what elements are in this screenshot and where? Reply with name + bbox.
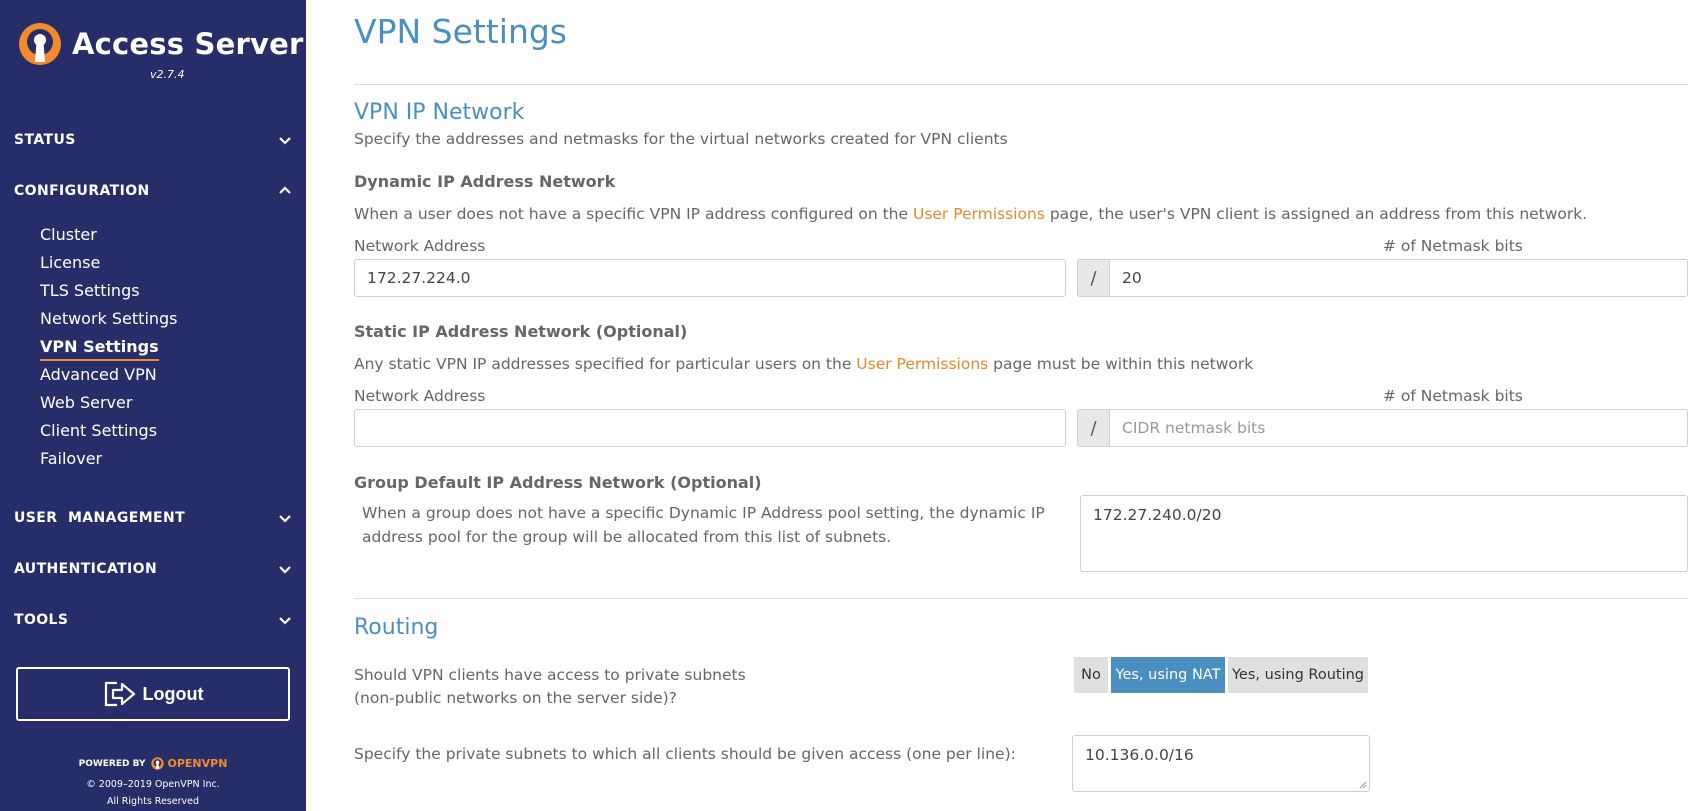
nav-section-label: TOOLS	[14, 612, 69, 628]
nav-section-label: AUTHENTICATION	[14, 561, 158, 577]
user-permissions-link[interactable]: User Permissions	[856, 355, 988, 373]
private-subnets-textarea[interactable]: 10.136.0.0/16	[1072, 735, 1370, 792]
logout-icon	[104, 681, 135, 707]
static-netmask-label: # of Netmask bits	[1383, 387, 1523, 405]
sidebar: Access Server v2.7.4 STATUS CONFIGURATIO…	[0, 0, 306, 811]
group-default-subnets-textarea[interactable]: 172.27.240.0/20	[1080, 495, 1688, 572]
desc-text: page, the user's VPN client is assigned …	[1044, 205, 1588, 223]
routing-option-nat[interactable]: Yes, using NAT	[1111, 657, 1225, 693]
section-title-routing: Routing	[354, 615, 439, 640]
openvpn-brand: OPENVPN	[167, 757, 228, 770]
dynamic-network-address-label: Network Address	[354, 237, 486, 255]
openvpn-small-logo-icon	[151, 757, 165, 770]
routing-option-no[interactable]: No	[1074, 657, 1108, 693]
private-subnets-label: Specify the private subnets to which all…	[354, 745, 1016, 763]
static-network-description: Any static VPN IP addresses specified fo…	[354, 355, 1253, 373]
desc-text: When a user does not have a specific VPN…	[354, 205, 913, 223]
dynamic-network-heading: Dynamic IP Address Network	[354, 172, 616, 191]
nav-section-tools[interactable]: TOOLS	[14, 611, 294, 629]
dynamic-network-description: When a user does not have a specific VPN…	[354, 205, 1587, 223]
rights-reserved: All Rights Reserved	[107, 796, 199, 807]
nav-section-authentication[interactable]: AUTHENTICATION	[14, 560, 294, 578]
group-default-heading: Group Default IP Address Network (Option…	[354, 473, 762, 492]
sidebar-item-failover[interactable]: Failover	[40, 449, 102, 468]
netmask-slash-addon: /	[1077, 409, 1109, 447]
routing-question-line1: Should VPN clients have access to privat…	[354, 666, 746, 684]
main-content: VPN Settings VPN IP Network Specify the …	[306, 0, 1688, 811]
sidebar-item-vpn-settings[interactable]: VPN Settings	[40, 337, 159, 361]
routing-option-routing[interactable]: Yes, using Routing	[1228, 657, 1368, 693]
nav-section-label: STATUS	[14, 132, 76, 148]
nav-section-configuration[interactable]: CONFIGURATION	[14, 182, 294, 200]
chevron-down-icon	[279, 617, 291, 625]
routing-question-line2: (non-public networks on the server side)…	[354, 689, 677, 707]
static-network-heading: Static IP Address Network (Optional)	[354, 322, 688, 341]
sidebar-item-license[interactable]: License	[40, 253, 100, 272]
dynamic-netmask-input[interactable]: 20	[1109, 259, 1688, 297]
static-netmask-input[interactable]: CIDR netmask bits	[1109, 409, 1688, 447]
static-network-address-input[interactable]	[354, 409, 1066, 447]
private-subnets-value: 10.136.0.0/16	[1085, 746, 1194, 764]
chevron-down-icon	[279, 566, 291, 574]
resize-grip-icon[interactable]	[1359, 781, 1367, 789]
section-title-vpn-ip-network: VPN IP Network	[354, 100, 525, 125]
desc-text: Any static VPN IP addresses specified fo…	[354, 355, 857, 373]
divider	[354, 598, 1688, 599]
powered-by: POWERED BY OPENVPN	[0, 757, 306, 770]
group-default-description-line1: When a group does not have a specific Dy…	[362, 504, 1045, 522]
group-default-description-line2: address pool for the group will be alloc…	[362, 528, 892, 546]
static-network-address-label: Network Address	[354, 387, 486, 405]
section-description: Specify the addresses and netmasks for t…	[354, 130, 1008, 148]
user-permissions-link[interactable]: User Permissions	[913, 205, 1045, 223]
nav-section-user-management[interactable]: USER MANAGEMENT	[14, 509, 294, 527]
desc-text: page must be within this network	[988, 355, 1254, 373]
powered-by-label: POWERED BY	[78, 758, 146, 769]
nav-section-status[interactable]: STATUS	[14, 131, 294, 149]
logout-label: Logout	[142, 683, 204, 704]
copyright: © 2009–2019 OpenVPN Inc.	[86, 779, 220, 790]
dynamic-network-address-input[interactable]: 172.27.224.0	[354, 259, 1066, 297]
sidebar-item-client-settings[interactable]: Client Settings	[40, 421, 157, 440]
nav-section-label: CONFIGURATION	[14, 183, 150, 199]
logout-button[interactable]: Logout	[16, 667, 290, 721]
sidebar-item-advanced-vpn[interactable]: Advanced VPN	[40, 365, 157, 384]
dynamic-netmask-label: # of Netmask bits	[1383, 237, 1523, 255]
page-title: VPN Settings	[354, 12, 568, 51]
chevron-up-icon	[279, 186, 291, 194]
logo[interactable]: Access Server	[18, 22, 303, 66]
netmask-slash-addon: /	[1077, 259, 1109, 297]
chevron-down-icon	[279, 515, 291, 523]
divider	[354, 84, 1688, 85]
nav-section-label: USER MANAGEMENT	[14, 510, 186, 526]
version-label: v2.7.4	[150, 68, 185, 81]
sidebar-item-tls-settings[interactable]: TLS Settings	[40, 281, 140, 300]
logo-title: Access Server	[72, 27, 304, 61]
sidebar-item-cluster[interactable]: Cluster	[40, 225, 97, 244]
sidebar-item-web-server[interactable]: Web Server	[40, 393, 132, 412]
openvpn-logo-icon	[19, 23, 61, 65]
sidebar-item-network-settings[interactable]: Network Settings	[40, 309, 178, 328]
chevron-down-icon	[279, 137, 291, 145]
